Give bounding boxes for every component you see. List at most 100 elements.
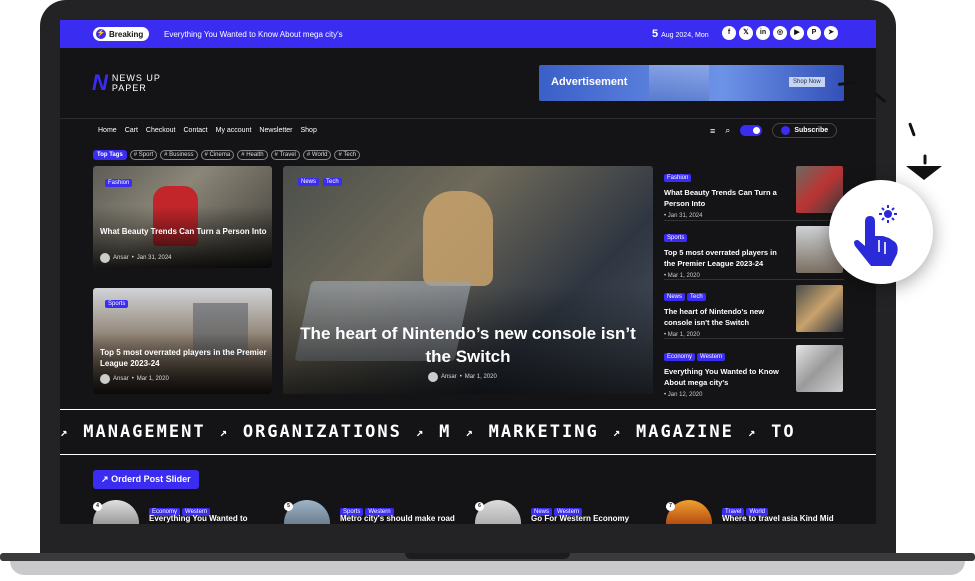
pinterest-icon[interactable]: P: [807, 26, 821, 40]
category-badge[interactable]: Tech: [687, 293, 706, 301]
nav-newsletter[interactable]: Newsletter: [259, 127, 292, 134]
logo-mark-icon: N: [92, 70, 108, 95]
sidebar-post-title[interactable]: What Beauty Trends Can Turn a Person Int…: [664, 187, 789, 209]
social-links: f 𝕏 in ◎ ▶ P ➤: [722, 26, 838, 40]
sidebar-thumbnail[interactable]: [796, 345, 843, 392]
marquee-item[interactable]: MANAGEMENT: [83, 422, 205, 442]
sidebar-post[interactable]: Sports Top 5 most overrated players in t…: [664, 226, 844, 279]
divider: [664, 220, 844, 221]
current-date: 5 Aug 2024, Mon: [652, 28, 709, 40]
telegram-icon[interactable]: ➤: [824, 26, 838, 40]
category-badge[interactable]: Sports: [105, 300, 129, 308]
category-badge[interactable]: Fashion: [105, 179, 133, 187]
nav-my-account[interactable]: My account: [216, 127, 252, 134]
ad-image: [649, 65, 709, 101]
sidebar-post[interactable]: Economy Western Everything You Wanted to …: [664, 345, 844, 398]
sidebar-post-title[interactable]: Everything You Wanted to Know About mega…: [664, 366, 789, 388]
marquee-item[interactable]: MAGAZINE: [636, 422, 734, 442]
post-title[interactable]: What Beauty Trends Can Turn a Person Int…: [100, 226, 270, 237]
slider-post-title[interactable]: Go For Western Economy: [531, 514, 629, 523]
pointer-badge: [829, 180, 933, 284]
decor-dash: [923, 154, 927, 165]
nav-tools: ≡ ⌕ Subscribe: [710, 123, 838, 138]
arrow-icon: ↗: [60, 425, 70, 439]
divider: [664, 338, 844, 339]
avatar: [100, 374, 110, 384]
tag-sport[interactable]: # Sport: [129, 150, 158, 160]
tag-health[interactable]: # Health: [237, 150, 268, 160]
tag-cinema[interactable]: # Cinema: [200, 150, 235, 160]
sidebar-thumbnail[interactable]: [796, 285, 843, 332]
post-card-sports[interactable]: Sports Top 5 most overrated players in t…: [93, 288, 272, 394]
instagram-icon[interactable]: ◎: [773, 26, 787, 40]
breaking-ticker[interactable]: Everything You Wanted to Know About mega…: [164, 30, 343, 39]
nav-cart[interactable]: Cart: [125, 127, 138, 134]
laptop-base: [0, 553, 975, 581]
youtube-icon[interactable]: ▶: [790, 26, 804, 40]
rank-number: 7: [666, 502, 675, 511]
slider-post-title[interactable]: Metro city's should make road: [340, 514, 455, 523]
category-badge-news[interactable]: News: [298, 178, 320, 186]
subscribe-button[interactable]: Subscribe: [772, 123, 838, 138]
rank-number: 4: [93, 502, 102, 511]
advertisement-banner[interactable]: Advertisement Shop Now: [539, 65, 844, 101]
marquee-item[interactable]: M: [439, 422, 451, 442]
category-badge[interactable]: Economy: [664, 353, 696, 361]
category-badge[interactable]: Sports: [664, 234, 688, 242]
breaking-badge[interactable]: ⚡ Breaking: [93, 27, 150, 41]
tag-travel[interactable]: # Travel: [270, 150, 300, 160]
slider-post-title[interactable]: Where to travel asia Kind Mid: [722, 514, 834, 523]
sidebar-post[interactable]: News Tech The heart of Nintendo's new con…: [664, 285, 844, 338]
post-title[interactable]: Top 5 most overrated players in the Prem…: [100, 347, 270, 369]
post-card-fashion[interactable]: Fashion What Beauty Trends Can Turn a Pe…: [93, 166, 272, 268]
x-icon[interactable]: 𝕏: [739, 26, 753, 40]
breaking-label: Breaking: [109, 29, 144, 39]
bell-icon: [781, 126, 791, 135]
post-date: Jan 31, 2024: [136, 255, 172, 261]
category-badge-tech[interactable]: Tech: [323, 178, 342, 186]
dark-mode-toggle[interactable]: [740, 125, 763, 136]
sidebar-post-title[interactable]: Top 5 most overrated players in the Prem…: [664, 247, 789, 269]
facebook-icon[interactable]: f: [722, 26, 736, 40]
marquee-item[interactable]: ORGANIZATIONS: [243, 422, 402, 442]
hero-post-card[interactable]: News Tech The heart of Nintendo’s new co…: [283, 166, 653, 394]
search-icon[interactable]: ⌕: [725, 125, 730, 136]
website-screen: ⚡ Breaking Everything You Wanted to Know…: [60, 20, 876, 524]
sidebar-post-title[interactable]: The heart of Nintendo's new console isn'…: [664, 306, 789, 328]
rank-number: 5: [284, 502, 293, 511]
nav-contact[interactable]: Contact: [184, 127, 208, 134]
cursor-triangle-icon: [906, 166, 942, 180]
arrow-icon: ↗: [747, 425, 758, 439]
decor-dash: [908, 122, 916, 137]
avatar: [428, 372, 438, 382]
slider-post-title[interactable]: Everything You Wanted to: [149, 514, 248, 523]
menu-icon[interactable]: ≡: [710, 126, 715, 136]
ordered-post-slider-heading: ↗ Orderd Post Slider: [93, 470, 199, 489]
linkedin-icon[interactable]: in: [756, 26, 770, 40]
sidebar-post[interactable]: Fashion What Beauty Trends Can Turn a Pe…: [664, 166, 844, 219]
post-date: Mar 1, 2020: [136, 376, 169, 382]
category-badge[interactable]: Fashion: [664, 174, 692, 182]
nav-shop[interactable]: Shop: [301, 127, 317, 134]
category-badge[interactable]: News: [664, 293, 686, 301]
post-author[interactable]: Ansar: [113, 376, 129, 382]
tag-business[interactable]: # Business: [160, 150, 198, 160]
date-rest: Aug 2024, Mon: [661, 32, 709, 39]
nav-divider: [60, 118, 876, 119]
tag-tech[interactable]: # Tech: [334, 150, 361, 160]
post-author[interactable]: Ansar: [113, 255, 129, 261]
shop-now-button[interactable]: Shop Now: [789, 77, 825, 87]
category-badge[interactable]: Western: [697, 353, 726, 361]
logo-line1: NEWS UP: [111, 73, 161, 83]
logo-line2: PAPER: [111, 83, 147, 93]
marquee-item[interactable]: MARKETING: [489, 422, 599, 442]
nav-home[interactable]: Home: [98, 127, 117, 134]
post-author[interactable]: Ansar: [441, 374, 457, 380]
site-logo[interactable]: N NEWS UP PAPER: [92, 70, 161, 96]
main-nav: Home Cart Checkout Contact My account Ne…: [98, 127, 317, 134]
marquee-item[interactable]: TO: [771, 422, 795, 442]
hero-post-title[interactable]: The heart of Nintendo’s new console isn’…: [298, 322, 638, 368]
arrow-icon: ↗: [465, 425, 475, 439]
tag-world[interactable]: # World: [302, 150, 332, 160]
nav-checkout[interactable]: Checkout: [146, 127, 176, 134]
